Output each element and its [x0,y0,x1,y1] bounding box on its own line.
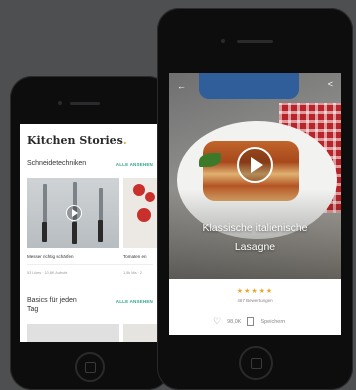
likes-count: 98,0K [227,318,242,325]
app-screen-left: Kitchen Stories. Schneidetechniken ALLE … [20,124,160,342]
card-caption: Tomaten en [123,254,147,259]
video-card-tomatoes[interactable] [123,178,160,248]
back-arrow-icon[interactable]: ← [177,81,186,91]
save-button[interactable]: Speichern [260,319,285,325]
app-logo: Kitchen Stories. [27,134,127,147]
app-screen-right: ← < Klassische italienische Lasagne ★★★★… [169,73,341,335]
heart-icon[interactable]: ♡ [213,317,221,326]
rating-stars: ★★★★★ [236,288,274,295]
recipe-title-line1: Klassische italienische [202,222,308,234]
speaker [237,40,273,43]
video-card-knives[interactable] [27,178,119,248]
card-meta: 1,5k Ma · 2 [123,271,142,275]
play-icon[interactable] [237,147,273,183]
home-button[interactable] [239,346,273,380]
knife-blade [43,184,47,224]
section-title-basics-line2: Tag [27,306,39,313]
tomato [145,192,155,202]
bookmark-icon[interactable] [247,317,255,326]
knife-blade [99,188,103,222]
brand-dot: . [122,134,127,147]
knife-handle [72,222,77,244]
phone-right: ← < Klassische italienische Lasagne ★★★★… [157,8,353,390]
recipe-title: Klassische italienische Lasagne [169,219,341,257]
phone-left: Kitchen Stories. Schneidetechniken ALLE … [10,76,170,390]
section-title-schneidetechniken: Schneidetechniken [27,160,87,167]
divider [27,264,153,265]
ratings-count: 467 Bewertungen [237,298,273,303]
see-all-link-2[interactable]: ALLE ANSEHEN [116,299,153,304]
tomato [137,208,151,222]
card-caption: Messer richtig schärfen [27,254,74,259]
brand-name: Kitchen Stories [27,134,123,147]
home-button[interactable] [75,352,105,382]
baking-dish [199,73,299,99]
knife-handle [98,220,103,242]
camera-dot [221,39,225,43]
see-all-link-1[interactable]: ALLE ANSEHEN [116,162,153,167]
share-icon[interactable]: < [328,79,333,89]
recipe-hero-image[interactable]: ← < Klassische italienische Lasagne [169,73,341,279]
recipe-title-line2: Lasagne [234,241,276,253]
camera-dot [58,101,62,105]
recipe-actions: ♡ 98,0K Speichern [213,317,285,326]
video-card-partial[interactable] [27,324,119,342]
video-card-partial[interactable] [123,324,160,342]
tomato [133,184,145,196]
card-meta: 53 Likes · 10,8K Aufrufe [27,271,68,275]
speaker [70,102,100,105]
play-icon[interactable] [66,205,82,221]
section-title-basics: Basics für jeden [27,297,77,304]
knife-handle [42,222,47,242]
